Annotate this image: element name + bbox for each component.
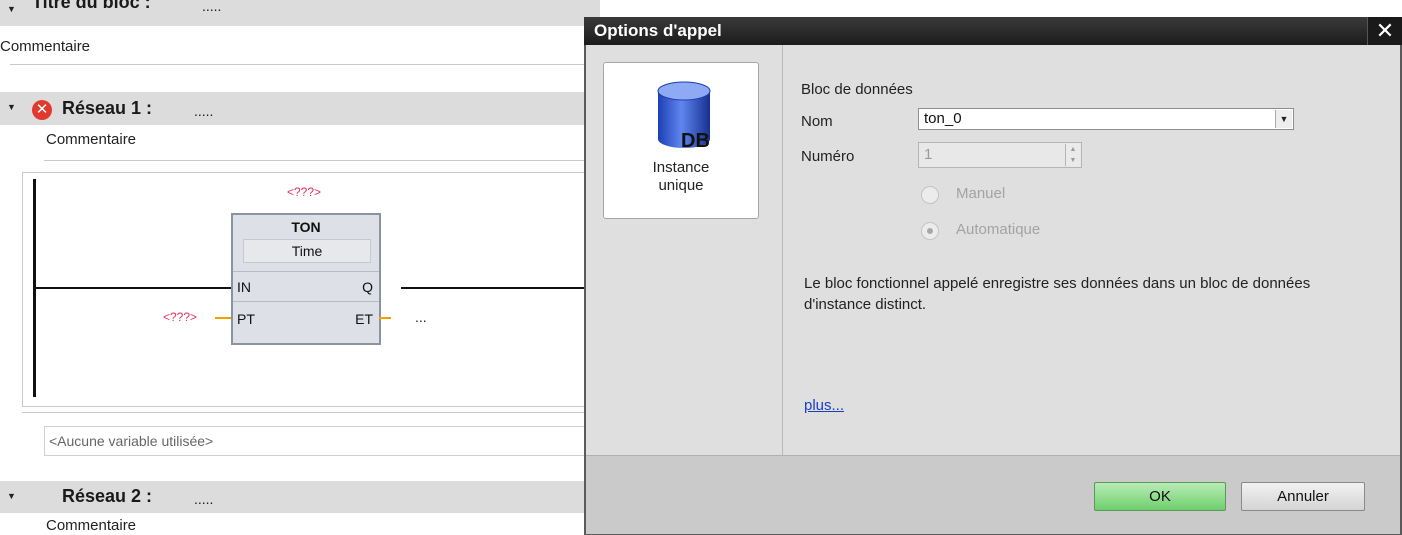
pin-pt: PT xyxy=(237,311,255,327)
panel-separator xyxy=(782,45,783,455)
collapse-triangle-icon[interactable]: ▼ xyxy=(7,4,16,14)
output-wire xyxy=(401,287,600,289)
db-icon-text: DB xyxy=(681,130,710,152)
dialog-footer: OK Annuler xyxy=(586,455,1400,534)
name-label: Nom xyxy=(801,113,833,130)
block-comment[interactable]: Commentaire xyxy=(0,38,90,55)
ladder-network-area[interactable]: <???> TON Time IN Q PT ET <???> ... xyxy=(22,172,600,407)
number-label: Numéro xyxy=(801,148,855,165)
data-block-section-label: Bloc de données xyxy=(801,81,913,98)
pin-q: Q xyxy=(362,279,373,295)
manual-radio-label[interactable]: Manuel xyxy=(956,185,1005,202)
instance-operand-placeholder[interactable]: <???> xyxy=(287,185,321,199)
automatic-radio-label[interactable]: Automatique xyxy=(956,221,1040,238)
network2-title-value[interactable]: ..... xyxy=(194,491,213,507)
pt-operand[interactable]: <???> xyxy=(163,310,197,324)
pin-in: IN xyxy=(237,279,251,295)
network1-comment[interactable]: Commentaire xyxy=(46,131,136,148)
call-options-dialog: Options d'appel ✕ DB Instance unique Blo… xyxy=(584,17,1402,535)
et-pin-wire xyxy=(379,317,391,319)
name-combobox[interactable]: ton_0 ▼ xyxy=(918,108,1294,130)
instance-card-line1: Instance xyxy=(652,159,710,176)
error-icon: ✕ xyxy=(32,100,52,120)
network1-header[interactable]: ▼ Réseau 1 : ..... xyxy=(0,92,600,125)
number-value: 1 xyxy=(924,146,933,163)
database-icon: DB xyxy=(657,81,711,152)
number-stepper[interactable]: 1 ▲ ▼ xyxy=(918,142,1082,168)
close-icon[interactable]: ✕ xyxy=(1367,17,1402,45)
cancel-button[interactable]: Annuler xyxy=(1241,482,1365,511)
fb-name: TON xyxy=(291,219,321,235)
pt-pin-wire xyxy=(215,317,231,319)
divider xyxy=(10,64,600,65)
name-value[interactable]: ton_0 xyxy=(924,110,962,127)
instance-card-label: Instance unique xyxy=(604,159,758,195)
ton-function-block[interactable]: TON Time IN Q PT ET xyxy=(231,213,381,345)
divider xyxy=(22,412,600,413)
manual-radio[interactable] xyxy=(921,186,939,204)
program-editor: ▼ Titre du bloc : ..... Commentaire ▼ Ré… xyxy=(0,0,600,535)
network2-label: Réseau 2 : xyxy=(62,486,153,506)
block-title-header[interactable]: ▼ Titre du bloc : ..... xyxy=(0,0,600,26)
network2-comment[interactable]: Commentaire xyxy=(46,517,136,534)
spin-down-icon[interactable]: ▼ xyxy=(1066,155,1080,166)
network2-header[interactable]: ▼ Réseau 2 : ..... xyxy=(0,481,600,513)
et-operand[interactable]: ... xyxy=(415,309,427,325)
spin-up-icon[interactable]: ▲ xyxy=(1066,144,1080,155)
dialog-body: DB Instance unique Bloc de données Nom t… xyxy=(586,45,1400,455)
instance-card-line2: unique xyxy=(658,177,704,194)
variables-note: <Aucune variable utilisée> xyxy=(44,426,600,456)
divider xyxy=(44,160,600,161)
single-instance-option[interactable]: DB Instance unique xyxy=(603,62,759,219)
ok-button[interactable]: OK xyxy=(1094,482,1226,511)
input-wire xyxy=(36,287,231,289)
fb-divider xyxy=(233,271,379,272)
network1-label: Réseau 1 : xyxy=(62,98,153,118)
more-link[interactable]: plus... xyxy=(804,397,844,414)
block-title-label: Titre du bloc : xyxy=(32,0,151,12)
fb-type-box[interactable]: Time xyxy=(243,239,371,263)
dialog-title: Options d'appel xyxy=(584,17,1402,45)
description-text: Le bloc fonctionnel appelé enregistre se… xyxy=(804,275,1311,313)
automatic-radio[interactable] xyxy=(921,222,939,240)
collapse-triangle-icon[interactable]: ▼ xyxy=(7,102,16,112)
network1-title-value[interactable]: ..... xyxy=(194,103,213,119)
collapse-triangle-icon[interactable]: ▼ xyxy=(7,491,16,501)
pin-et: ET xyxy=(355,311,373,327)
block-title-value[interactable]: ..... xyxy=(202,0,221,14)
spin-buttons[interactable]: ▲ ▼ xyxy=(1065,144,1080,166)
chevron-down-icon[interactable]: ▼ xyxy=(1275,110,1292,128)
fb-divider xyxy=(233,301,379,302)
